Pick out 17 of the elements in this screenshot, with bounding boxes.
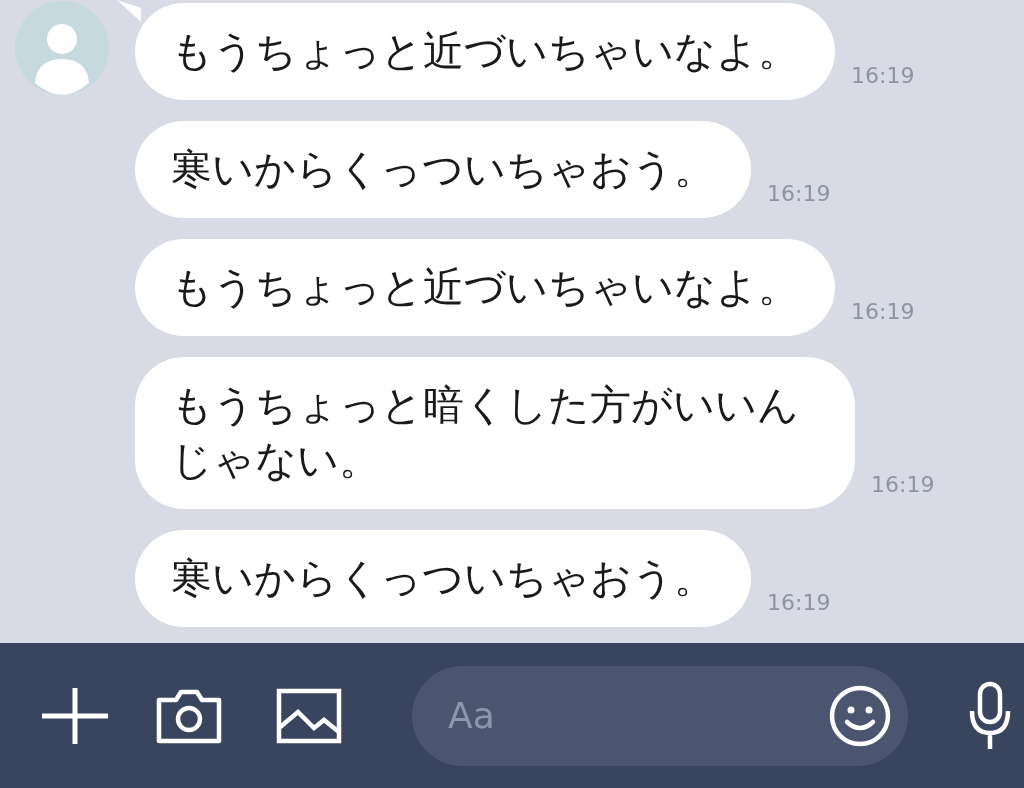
- message-time: 16:19: [871, 472, 935, 497]
- plus-icon[interactable]: [42, 687, 108, 744]
- camera-icon[interactable]: [156, 687, 222, 744]
- message-input-field[interactable]: Aa: [412, 665, 908, 766]
- message-time: 16:19: [851, 63, 915, 88]
- message-bubble: 寒いからくっついちゃおう。: [135, 121, 751, 218]
- message-time: 16:19: [851, 299, 915, 324]
- message-time: 16:19: [767, 590, 831, 615]
- message-bubble: もうちょっと暗くした方がいいんじゃない。: [135, 357, 855, 509]
- message-bubble: もうちょっと近づいちゃいなよ。: [135, 3, 835, 100]
- smiley-icon[interactable]: [828, 683, 892, 748]
- microphone-icon[interactable]: [968, 680, 1012, 751]
- image-icon[interactable]: [276, 687, 342, 744]
- message-bubble: もうちょっと近づいちゃいなよ。: [135, 239, 835, 336]
- bubble-tail: [117, 0, 141, 22]
- message-bubble: 寒いからくっついちゃおう。: [135, 530, 751, 627]
- message-time: 16:19: [767, 181, 831, 206]
